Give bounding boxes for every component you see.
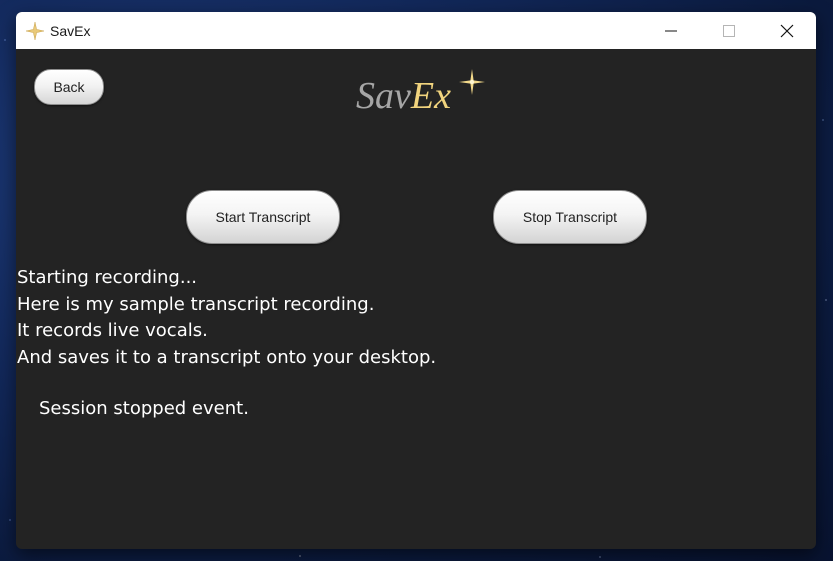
transcript-line: Starting recording... [17,267,198,288]
logo-text-sav: Sav [356,75,411,117]
window-title: SavEx [50,22,91,39]
app-window: SavEx Back SavEx Start Transcript Stop T… [16,12,816,549]
transcript-line: Here is my sample transcript recording. [17,293,375,315]
transcript-output: Starting recording... Here is my sample … [17,265,436,371]
app-star-icon [25,21,45,41]
stop-transcript-button[interactable]: Stop Transcript [493,190,647,244]
logo-text-ex: Ex [410,75,451,117]
back-button[interactable]: Back [34,69,104,105]
close-button[interactable] [758,12,816,49]
window-controls [642,12,816,49]
sparkle-star-icon [459,69,485,95]
maximize-icon [723,24,735,37]
main-content: Back SavEx Start Transcript Stop Transcr… [16,49,816,549]
start-transcript-button[interactable]: Start Transcript [186,190,340,244]
maximize-button[interactable] [700,12,758,49]
close-icon [780,24,794,37]
title-bar[interactable]: SavEx [16,12,816,49]
minimize-button[interactable] [642,12,700,49]
transcript-line: It records live vocals. [17,320,208,341]
minimize-icon [665,30,677,31]
transcript-line: And saves it to a transcript onto your d… [17,346,437,368]
app-logo: SavEx [356,69,485,121]
status-message: Session stopped event. [39,398,249,419]
